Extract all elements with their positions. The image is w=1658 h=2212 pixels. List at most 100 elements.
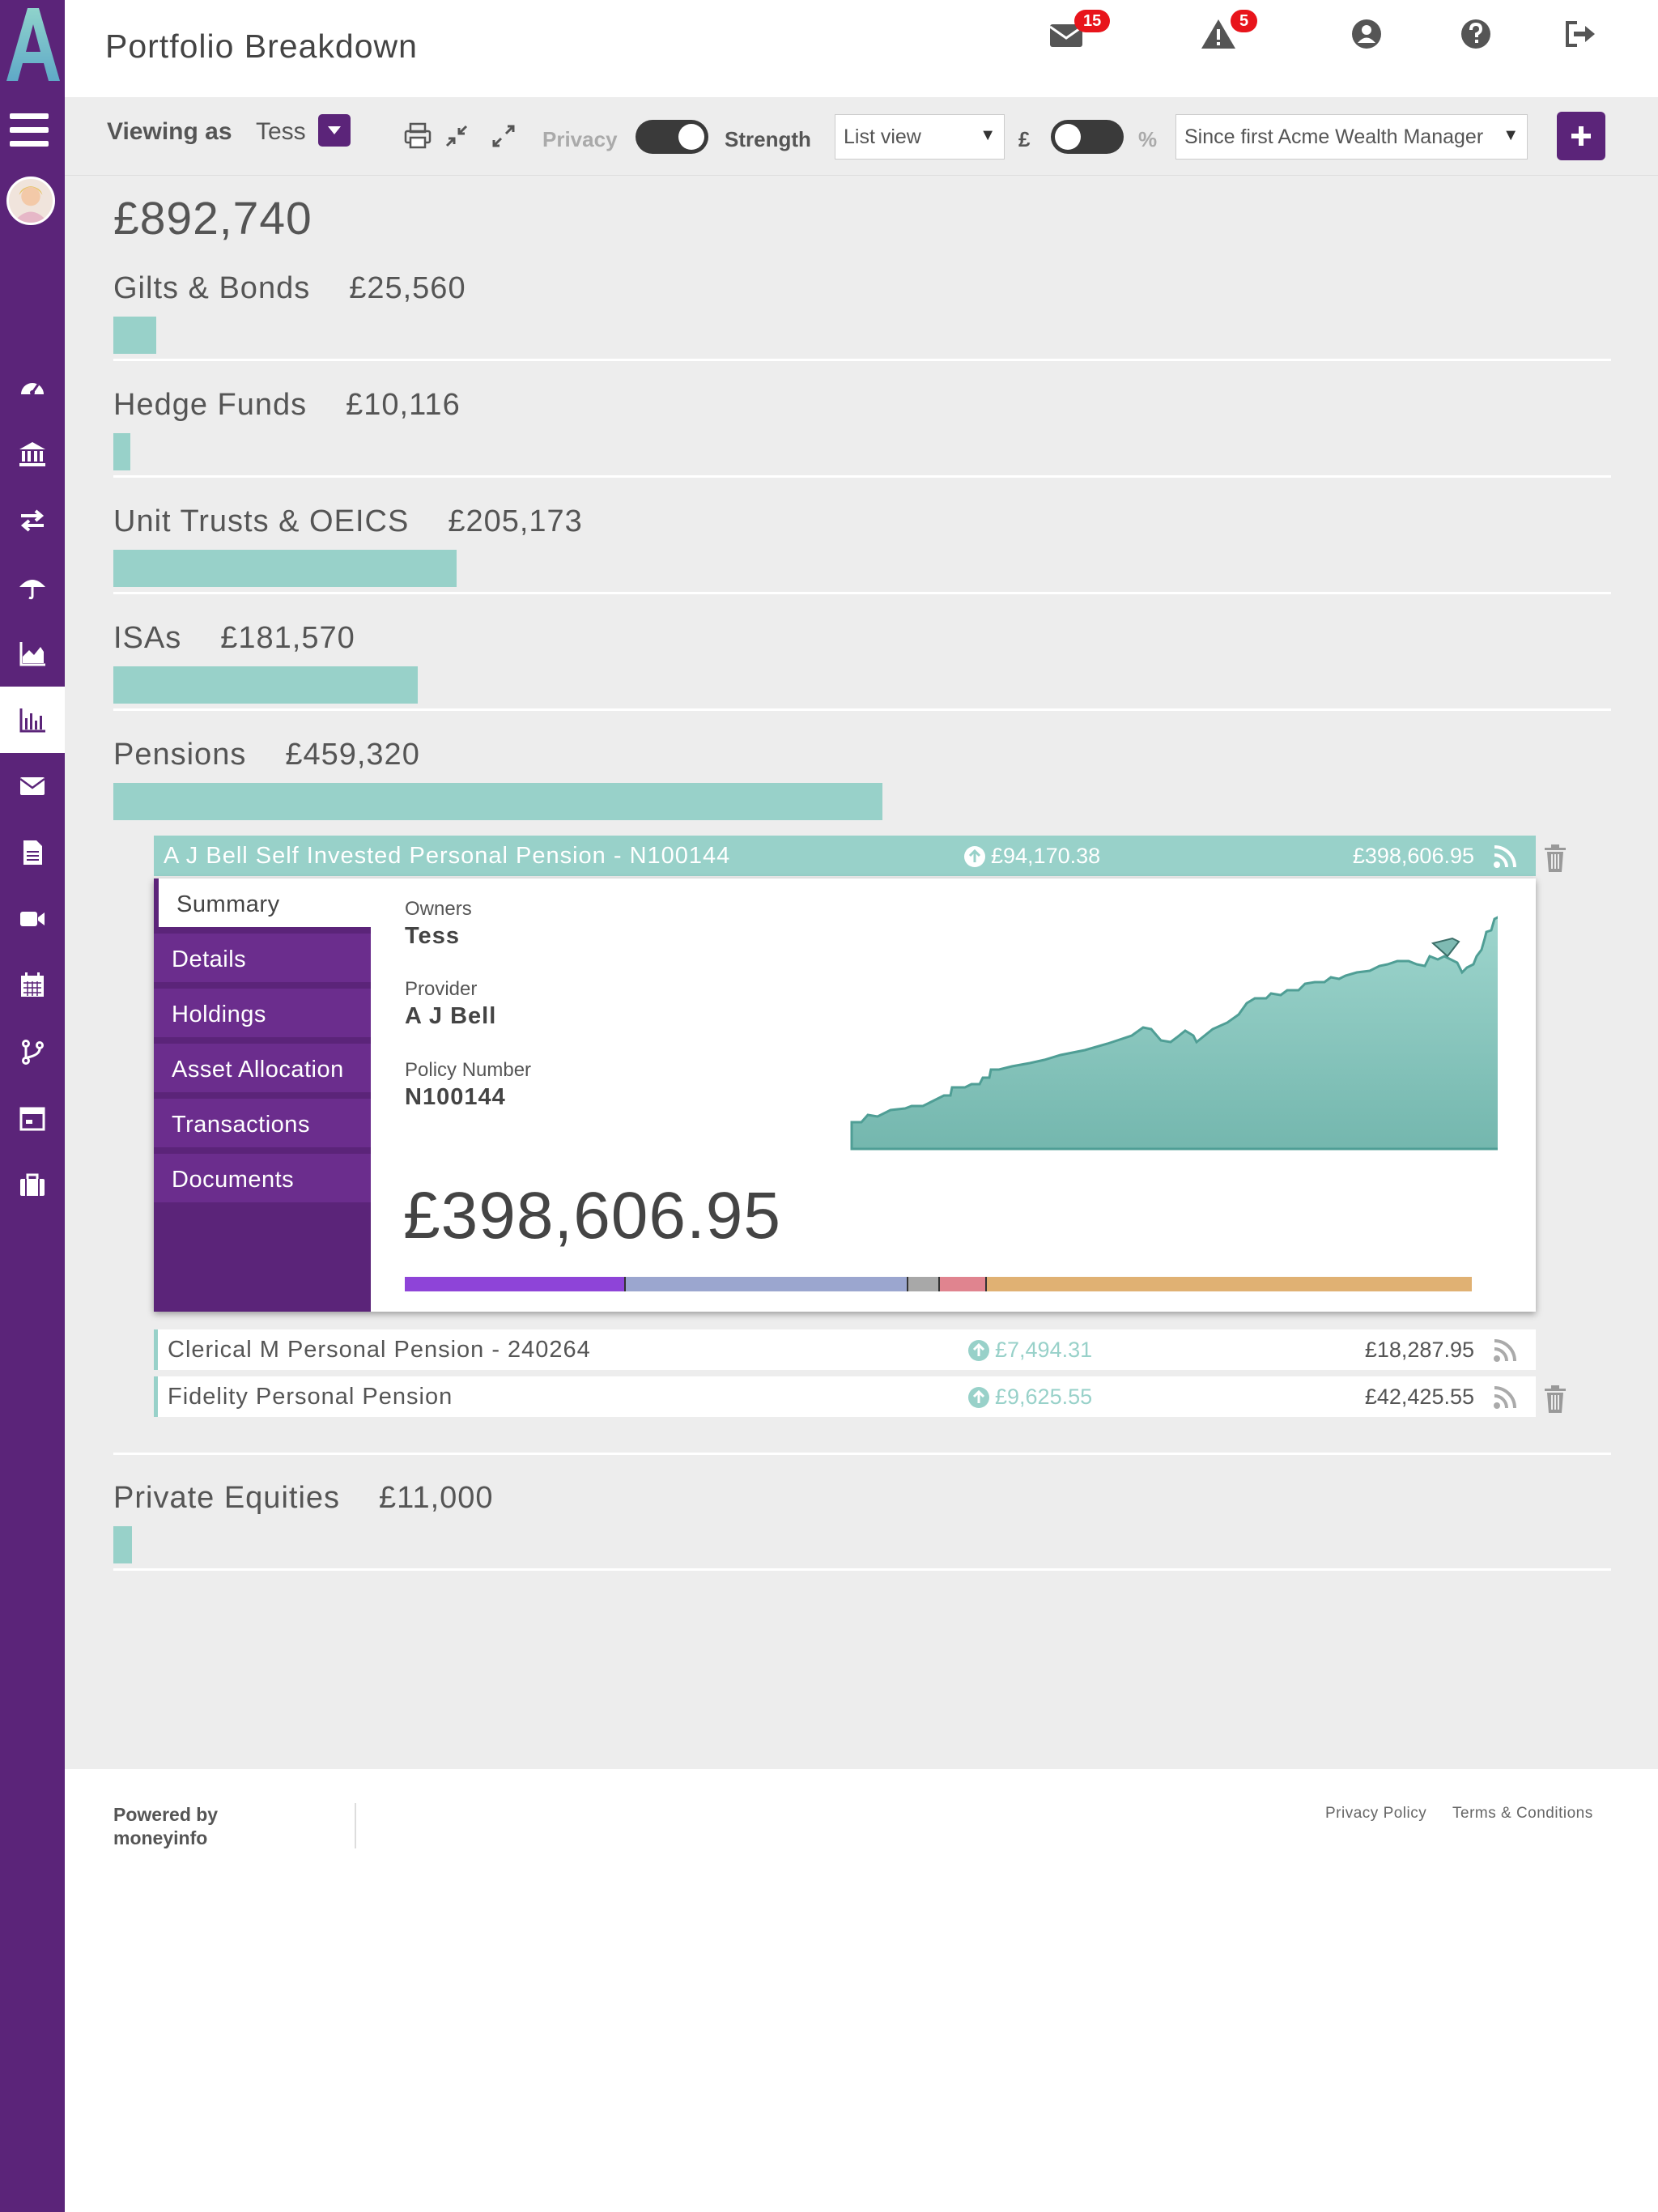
category-bar [113, 783, 882, 820]
tab-summary[interactable]: Summary [154, 878, 371, 930]
portfolio-breakdown: £892,740 Gilts & Bonds £25,560 Hedge Fund… [65, 176, 1658, 1769]
calendar-icon[interactable] [0, 952, 65, 1019]
strength-label: Strength [725, 127, 811, 151]
bank-icon[interactable] [0, 421, 65, 487]
policy-gain: £9,625.55 [995, 1385, 1093, 1409]
header: Portfolio Breakdown 15 5 [65, 0, 1658, 97]
category-bar [113, 1526, 132, 1563]
feed-icon[interactable] [1492, 1338, 1518, 1363]
policy-value: £18,287.95 [1364, 1338, 1474, 1362]
owners-value: Tess [405, 923, 460, 949]
allocation-segment [405, 1277, 627, 1291]
category-bar [113, 317, 156, 354]
envelope-icon[interactable] [0, 753, 65, 819]
help-button[interactable] [1456, 15, 1496, 55]
view-mode-select[interactable]: List view ▼ [835, 114, 1005, 160]
bar-chart-icon[interactable] [0, 687, 65, 753]
document-icon[interactable] [0, 819, 65, 886]
divider [355, 1803, 356, 1848]
calendar-check-icon[interactable] [0, 1085, 65, 1151]
policy-row-clerical-m[interactable]: Clerical M Personal Pension - 240264 £7,… [154, 1329, 1536, 1370]
caret-down-icon: ▼ [1503, 126, 1519, 144]
percent-label: % [1138, 127, 1158, 151]
detail-tabs: Summary Details Holdings Asset Allocatio… [154, 878, 371, 1312]
feed-icon[interactable] [1492, 844, 1518, 870]
category-bar [113, 550, 457, 587]
tab-documents[interactable]: Documents [154, 1154, 371, 1206]
allocation-segment [987, 1277, 1472, 1291]
tab-holdings[interactable]: Holdings [154, 989, 371, 1040]
owners-label: Owners [405, 898, 472, 920]
policy-value: £398,606.95 [1352, 844, 1474, 868]
transfer-icon[interactable] [0, 487, 65, 554]
compress-button[interactable] [442, 121, 471, 151]
caret-down-icon [328, 126, 341, 134]
expand-button[interactable] [489, 121, 518, 151]
category-bar [113, 433, 130, 470]
menu-icon[interactable] [10, 113, 49, 147]
policy-value: £42,425.55 [1364, 1385, 1474, 1409]
policy-row-fidelity[interactable]: Fidelity Personal Pension £9,625.55 £42,… [154, 1376, 1536, 1417]
alerts-button[interactable]: 5 [1198, 10, 1258, 55]
divider [113, 475, 1611, 478]
category-bar [113, 666, 418, 704]
tab-asset-allocation[interactable]: Asset Allocation [154, 1044, 371, 1095]
feed-icon[interactable] [1492, 1385, 1518, 1410]
logout-button[interactable] [1561, 15, 1601, 55]
trash-icon[interactable] [1543, 844, 1567, 873]
question-icon [1461, 19, 1490, 49]
terms-link[interactable]: Terms & Conditions [1452, 1805, 1593, 1823]
policy-number-value: N100144 [405, 1084, 506, 1110]
viewing-user[interactable]: Tess [256, 118, 306, 146]
trash-icon[interactable] [1543, 1385, 1567, 1414]
arrow-up-circle-icon [968, 1386, 989, 1408]
user-icon [1352, 19, 1381, 49]
allocation-segment [940, 1277, 988, 1291]
policy-row-aj-bell[interactable]: A J Bell Self Invested Personal Pension … [154, 836, 1536, 876]
category-amount: £10,116 [346, 388, 461, 422]
category-amount: £459,320 [285, 738, 420, 772]
dashboard-icon[interactable] [0, 355, 65, 421]
briefcase-icon[interactable] [0, 1151, 65, 1218]
avatar[interactable] [6, 177, 55, 225]
umbrella-icon[interactable] [0, 554, 65, 620]
privacy-toggle[interactable] [636, 120, 708, 154]
compress-icon [445, 125, 468, 147]
plus-icon [1571, 126, 1591, 146]
allocation-segment [908, 1277, 940, 1291]
currency-percent-toggle[interactable] [1051, 120, 1124, 154]
sidebar [0, 0, 65, 2212]
logo [0, 0, 65, 89]
divider [113, 592, 1611, 594]
history-marker[interactable] [1431, 937, 1460, 958]
category-name: Hedge Funds [113, 388, 308, 422]
category-amount: £25,560 [349, 271, 466, 305]
tab-details[interactable]: Details [154, 934, 371, 985]
tab-transactions[interactable]: Transactions [154, 1099, 371, 1151]
print-button[interactable] [403, 121, 432, 151]
policy-gain: £94,170.38 [991, 844, 1101, 868]
policy-detail-value: £398,606.95 [403, 1179, 782, 1253]
currency-label: £ [1018, 127, 1031, 151]
privacy-policy-link[interactable]: Privacy Policy [1325, 1805, 1426, 1823]
area-chart-icon[interactable] [0, 620, 65, 687]
category-name: Unit Trusts & OEICS [113, 504, 410, 538]
divider [113, 1453, 1611, 1455]
policy-detail-panel: Summary Details Holdings Asset Allocatio… [154, 878, 1536, 1312]
period-select[interactable]: Since first Acme Wealth Manager ▼ [1175, 114, 1528, 160]
divider [113, 1568, 1611, 1571]
sign-out-icon [1566, 21, 1595, 47]
category-name: Gilts & Bonds [113, 271, 311, 305]
video-icon[interactable] [0, 886, 65, 952]
print-icon [404, 122, 432, 149]
messages-badge: 15 [1074, 10, 1111, 32]
profile-button[interactable] [1346, 15, 1387, 55]
user-dropdown-button[interactable] [318, 114, 351, 147]
messages-button[interactable]: 15 [1047, 10, 1111, 55]
divider [113, 708, 1611, 711]
value-history-chart [850, 916, 1498, 1151]
add-button[interactable] [1557, 112, 1605, 160]
category-amount: £181,570 [220, 621, 355, 655]
branch-icon[interactable] [0, 1019, 65, 1085]
alerts-badge: 5 [1231, 10, 1258, 32]
